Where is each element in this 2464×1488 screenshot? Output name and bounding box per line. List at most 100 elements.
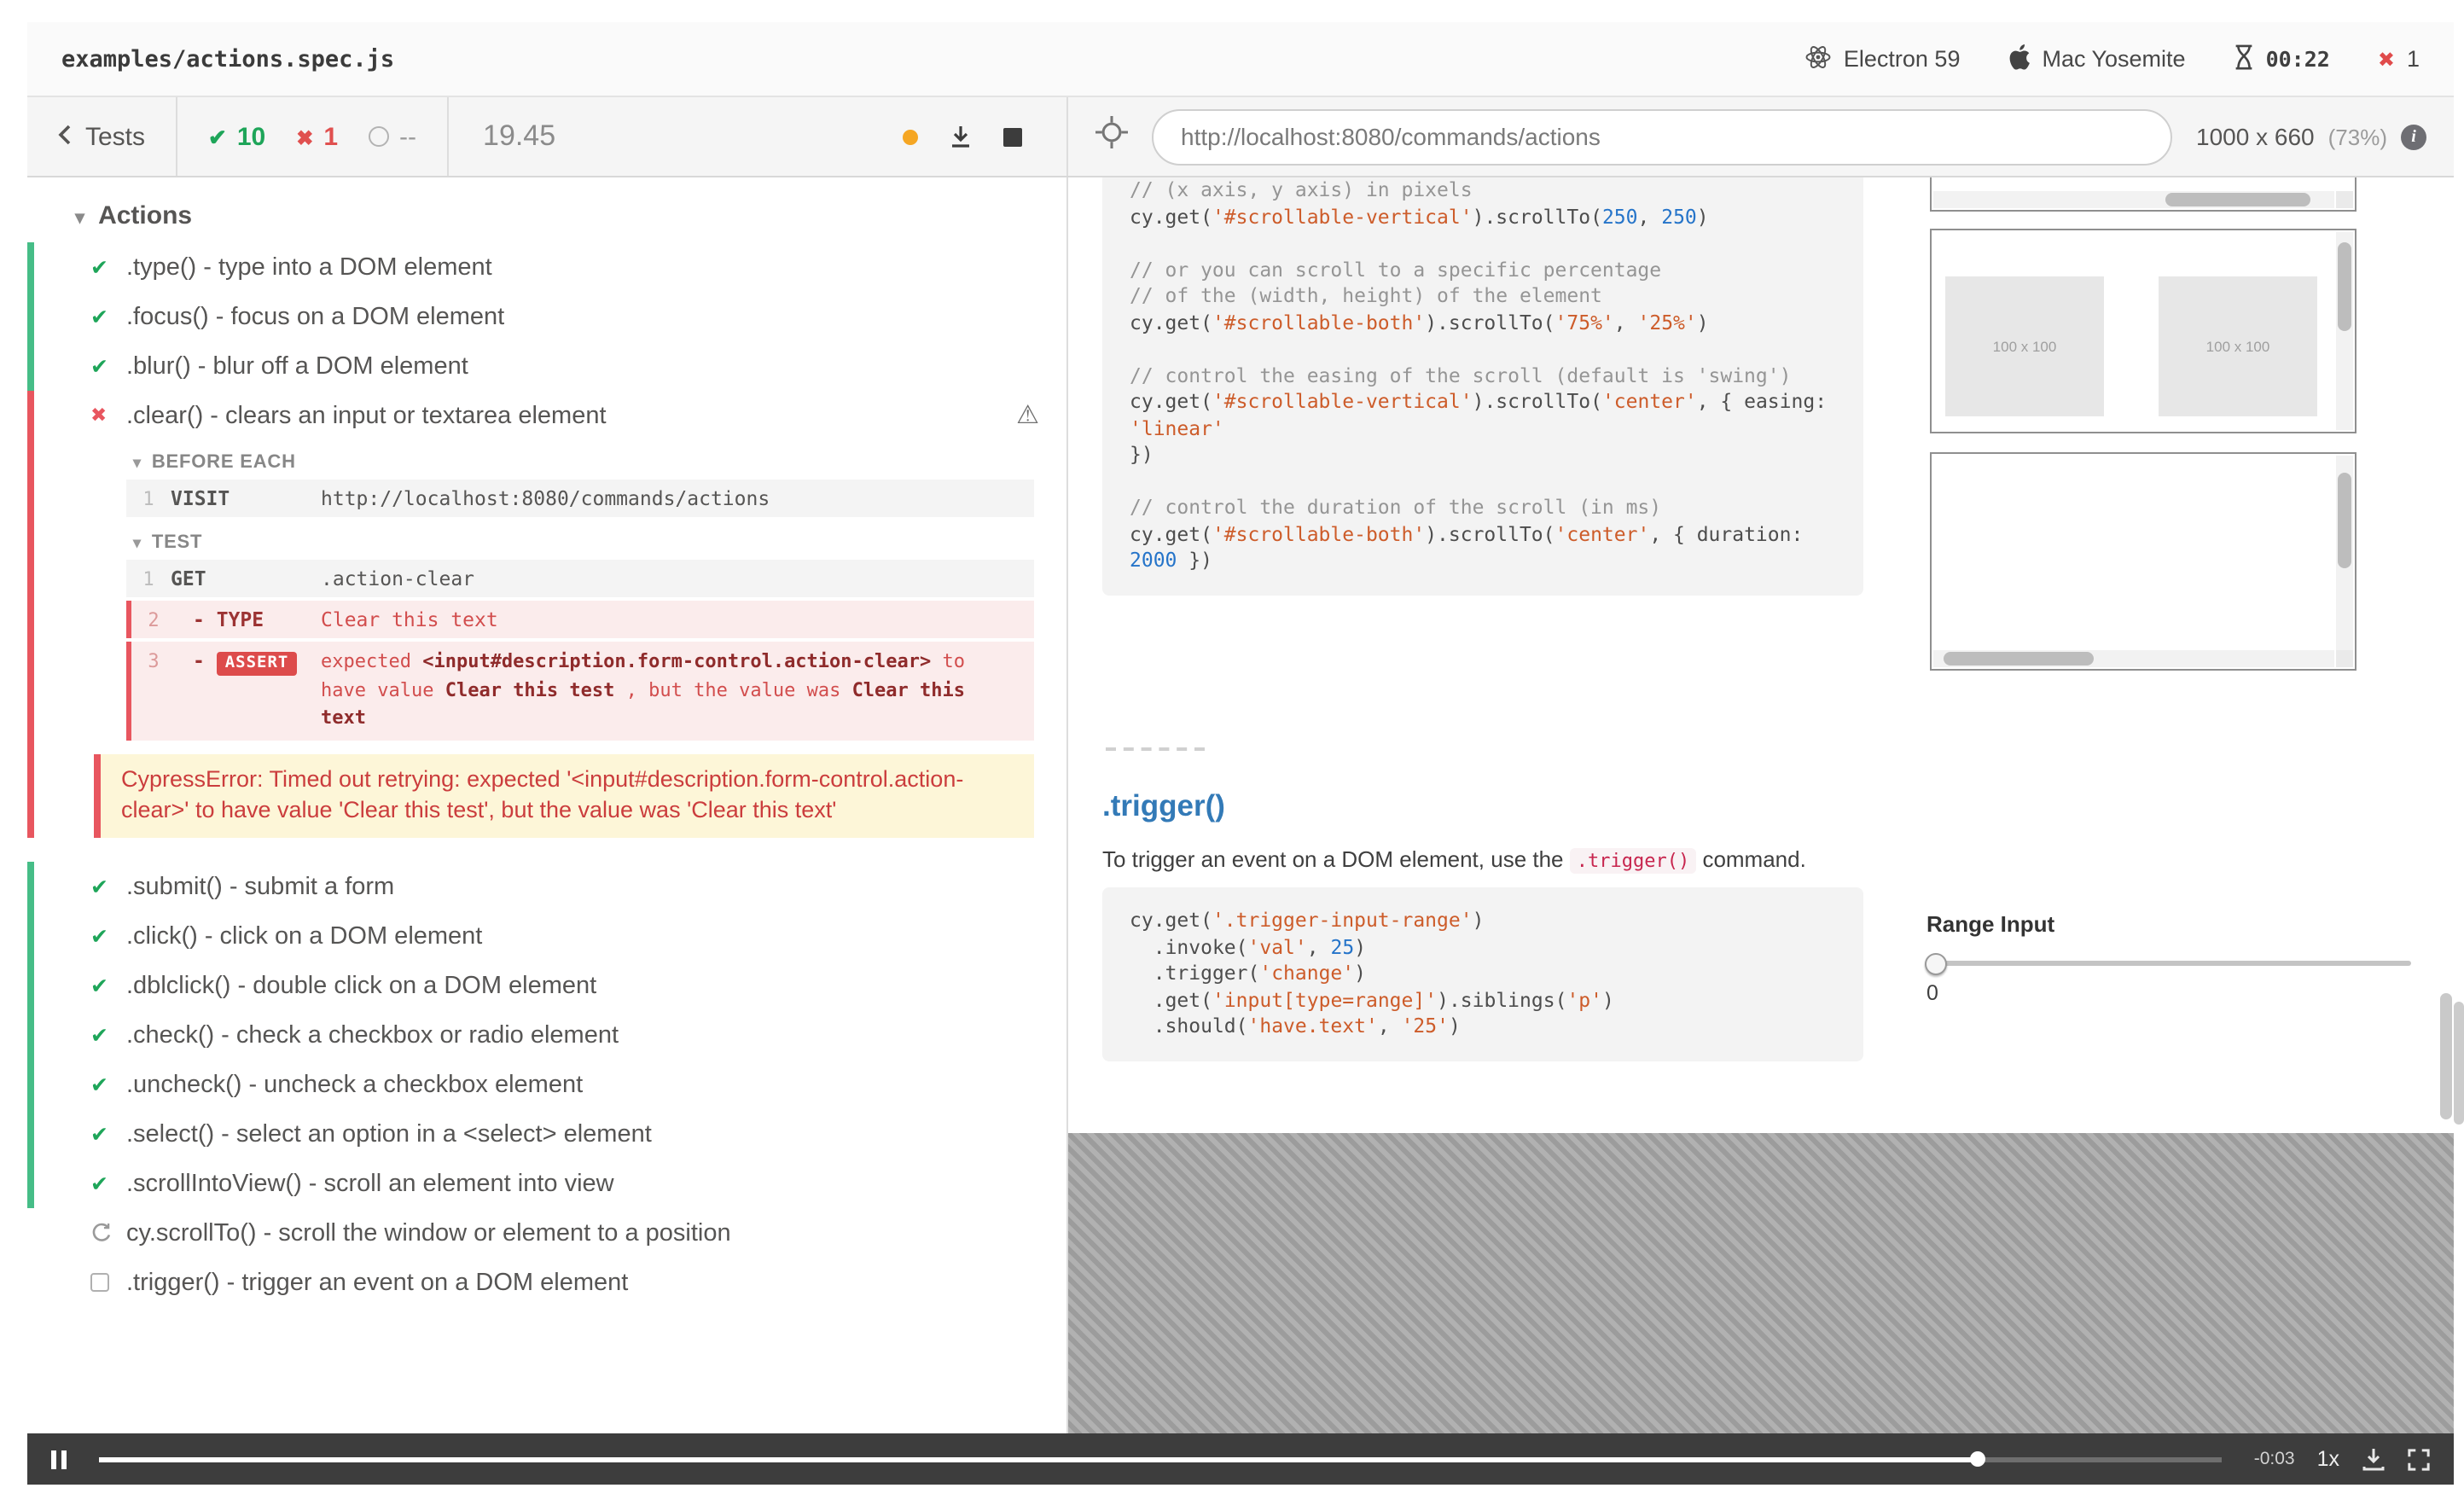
test-item-dblclick[interactable]: .dblclick() - double click on a DOM elem… (27, 961, 1066, 1011)
fullscreen-icon[interactable] (2408, 1448, 2430, 1470)
range-slider[interactable] (1925, 952, 2411, 974)
test-item-clear[interactable]: .clear() - clears an input or textarea e… (34, 391, 1066, 440)
page-scrollbar[interactable] (2454, 1002, 2464, 1125)
collapse-caret-icon (75, 201, 98, 230)
passed-check-icon (90, 1122, 108, 1148)
passed-check-icon (90, 353, 108, 379)
test-item-submit[interactable]: .submit() - submit a form (27, 862, 1066, 912)
playback-progress-bar[interactable] (99, 1451, 2222, 1467)
suite-actions[interactable]: Actions (27, 177, 1066, 242)
test-title: .focus() - focus on a DOM element (126, 303, 505, 330)
spec-name: examples/actions.spec.js (61, 45, 395, 73)
horizontal-scrollbar[interactable] (1933, 650, 2334, 667)
range-slider-thumb[interactable] (1925, 952, 1947, 974)
horizontal-scrollbar[interactable] (1933, 191, 2334, 208)
reporter-controls (903, 125, 1066, 148)
scroll-to-bottom-icon[interactable] (949, 125, 973, 148)
passed-count: 10 (236, 122, 266, 151)
failures-count: 1 (2406, 46, 2420, 72)
toolbar-right: 1000 x 660 (73%) i (1068, 97, 2454, 176)
test-title: .check() - check a checkbox or radio ele… (126, 1021, 619, 1049)
inline-code: .trigger() (1569, 848, 1697, 874)
trigger-code-block: cy.get('.trigger-input-range') .invoke('… (1102, 887, 1863, 1061)
collapse-caret-icon (133, 452, 152, 473)
test-item-focus[interactable]: .focus() - focus on a DOM element (27, 292, 1066, 341)
warning-icon (1016, 399, 1039, 430)
pending-checkbox-icon (90, 1273, 109, 1298)
test-title: .dblclick() - double click on a DOM elem… (126, 972, 597, 1000)
browser-info[interactable]: Electron 59 (1806, 44, 1960, 74)
viewport-info: 1000 x 660 (73%) i (2196, 123, 2426, 150)
chevron-left-icon (58, 122, 72, 151)
passed-check-icon (90, 924, 108, 950)
os-info: Mac Yosemite (2008, 44, 2186, 74)
placeholder-image: 100 x 100 (1945, 276, 2104, 416)
test-item-blur[interactable]: .blur() - blur off a DOM element (27, 341, 1066, 391)
viewport-size: 1000 x 660 (2196, 123, 2315, 150)
before-each-section[interactable]: BEFORE EACH (34, 440, 1066, 480)
range-input-label: Range Input (1926, 911, 2055, 937)
trigger-section-heading[interactable]: .trigger() (1102, 788, 1225, 824)
test-title: .submit() - submit a form (126, 873, 395, 901)
url-input[interactable] (1152, 108, 2173, 165)
aut-viewport: // (x axis, y axis) in pixels cy.get('#sc… (1068, 177, 2454, 1133)
passed-check-icon (90, 1023, 108, 1049)
command-name: - ASSERT (176, 648, 321, 675)
command-message: Clear this text (321, 607, 498, 631)
pause-icon[interactable] (51, 1450, 67, 1468)
runner-header: examples/actions.spec.js Electron 59 Mac… (27, 22, 2454, 97)
test-item-trigger[interactable]: .trigger() - trigger an event on a DOM e… (27, 1258, 1066, 1308)
scrollbar-thumb[interactable] (2338, 242, 2351, 331)
command-name: - TYPE (193, 607, 264, 631)
command-row-visit[interactable]: 1 VISIT http://localhost:8080/commands/a… (126, 480, 1034, 517)
download-icon[interactable] (2362, 1447, 2386, 1471)
collapse-caret-icon (133, 532, 152, 553)
stop-button[interactable] (1003, 127, 1022, 146)
passed-check-icon (90, 254, 108, 280)
aut-page-scrollbar[interactable] (2440, 993, 2452, 1119)
toolbar: Tests 10 1 -- 19.45 (27, 97, 2454, 177)
test-title: .clear() - clears an input or textarea e… (126, 402, 607, 429)
electron-icon (1806, 44, 1832, 74)
scrollbar-thumb[interactable] (2165, 193, 2310, 206)
vertical-scrollbar[interactable] (2336, 456, 2353, 650)
progress-fill (99, 1456, 1978, 1462)
passed-check-icon (208, 122, 227, 151)
test-item-check[interactable]: .check() - check a checkbox or radio ele… (27, 1010, 1066, 1061)
failed-x-icon (90, 403, 107, 427)
back-to-tests-button[interactable]: Tests (27, 97, 178, 176)
assert-badge: ASSERT (216, 651, 298, 675)
passed-check-icon (90, 875, 108, 900)
playback-speed[interactable]: 1x (2317, 1447, 2339, 1471)
test-item-click[interactable]: .click() - click on a DOM element (27, 911, 1066, 962)
command-row-get[interactable]: 1 GET .action-clear (126, 560, 1034, 597)
pending-circle-icon (369, 126, 390, 147)
info-icon[interactable]: i (2401, 124, 2426, 149)
test-title: .blur() - blur off a DOM element (126, 352, 468, 380)
test-item-uncheck[interactable]: .uncheck() - uncheck a checkbox element (27, 1060, 1066, 1110)
placeholder-image: 100 x 100 (2159, 276, 2317, 416)
scrollable-vertical-box: 100 x 100 100 x 100 (1930, 229, 2356, 433)
command-row-type[interactable]: 2 - TYPE Clear this text (126, 601, 1034, 638)
progress-thumb[interactable] (1969, 1451, 1985, 1467)
test-title: .select() - select an option in a <selec… (126, 1120, 652, 1148)
scrollbar-thumb[interactable] (2338, 473, 2351, 568)
test-item-scrollintoview[interactable]: .scrollIntoView() - scroll an element in… (27, 1159, 1066, 1209)
autoscroll-indicator-icon (903, 129, 918, 144)
toolbar-left: Tests 10 1 -- 19.45 (27, 97, 1068, 176)
test-section[interactable]: TEST (34, 520, 1066, 560)
running-spinner-icon (90, 1223, 113, 1250)
vertical-scrollbar[interactable] (2336, 232, 2353, 430)
scrollable-both-box (1930, 452, 2356, 671)
pending-stat: -- (369, 122, 416, 151)
test-item-scrollto[interactable]: cy.scrollTo() - scroll the window or ele… (27, 1209, 1066, 1258)
main-area: Actions .type() - type into a DOM elemen… (27, 177, 2454, 1433)
header-status-group: Electron 59 Mac Yosemite 00:22 1 (1806, 44, 2420, 74)
test-item-select[interactable]: .select() - select an option in a <selec… (27, 1109, 1066, 1160)
command-row-assert[interactable]: 3 - ASSERT expected <input#description.f… (126, 642, 1034, 740)
scrollbar-thumb[interactable] (1944, 652, 2094, 666)
total-duration: 19.45 (483, 119, 556, 152)
test-title: .trigger() - trigger an event on a DOM e… (126, 1269, 629, 1297)
selector-playground-icon[interactable] (1095, 116, 1128, 157)
test-item-type[interactable]: .type() - type into a DOM element (27, 242, 1066, 292)
